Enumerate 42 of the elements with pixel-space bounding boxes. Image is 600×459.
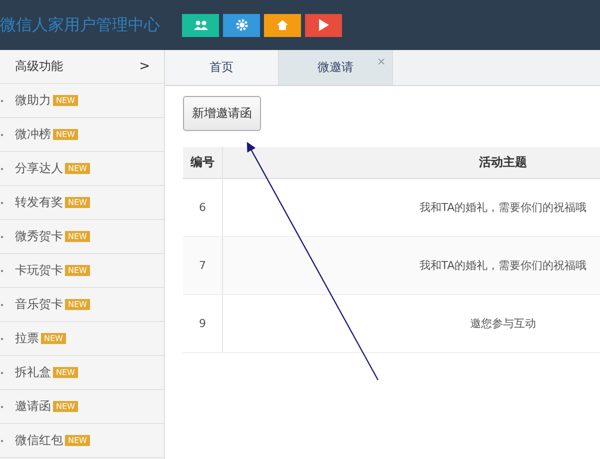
sidebar-item[interactable]: 转发有奖 NEW [0,186,164,220]
column-header: 活动主题 [478,154,528,171]
sidebar-heading[interactable]: 高级功能 > [0,50,164,84]
toolbar-button[interactable] [223,14,260,36]
new-badge: NEW [53,129,78,140]
table-cell: 9 [183,295,223,352]
add-invitation-button[interactable]: 新增邀请函 [183,96,261,131]
new-badge: NEW [65,197,90,208]
new-badge: NEW [65,265,90,276]
new-badge: NEW [53,95,78,106]
new-badge: NEW [65,299,90,310]
play-icon [318,19,328,31]
new-badge: NEW [53,367,78,378]
table-cell-text: 我和TA的婚礼，需要你们的祝福哦 [418,200,588,215]
table-cell: 6 [183,179,223,236]
users-icon [194,20,208,30]
sidebar-item[interactable]: 音乐贺卡 NEW [0,288,164,322]
sidebar-item[interactable]: 拉票 NEW [0,322,164,356]
sidebar-item[interactable]: 分享达人 NEW [0,152,164,186]
new-badge: NEW [65,435,90,446]
app-title: 微信人家用户管理中心 [0,14,161,36]
toolbar-button[interactable] [182,14,219,36]
sidebar-item[interactable]: 微冲榜 NEW [0,118,164,152]
new-badge: NEW [53,401,78,412]
sidebar-item[interactable]: 卡玩贺卡 NEW [0,254,164,288]
tab[interactable]: 微邀请 × [279,50,393,85]
table-cell-text: 邀您参与互动 [469,316,537,331]
table-cell: 7 [183,237,223,294]
table-cell-text: 我和TA的婚礼，需要你们的祝福哦 [418,258,588,273]
settings-icon [236,19,248,31]
home-icon [277,20,288,30]
new-badge: NEW [65,231,90,242]
toolbar-button[interactable] [305,14,342,36]
sidebar-item[interactable]: 微助力 NEW [0,84,164,118]
sidebar-item[interactable]: 拆礼盒 NEW [0,356,164,390]
sidebar-item[interactable]: 微信红包 NEW [0,424,164,458]
sidebar-item[interactable]: 微秀贺卡 NEW [0,220,164,254]
new-badge: NEW [65,163,90,174]
new-badge: NEW [41,333,66,344]
sidebar-item[interactable]: 邀请函 NEW [0,390,164,424]
toolbar-button[interactable] [264,14,301,36]
column-header: 编号 [183,147,223,178]
